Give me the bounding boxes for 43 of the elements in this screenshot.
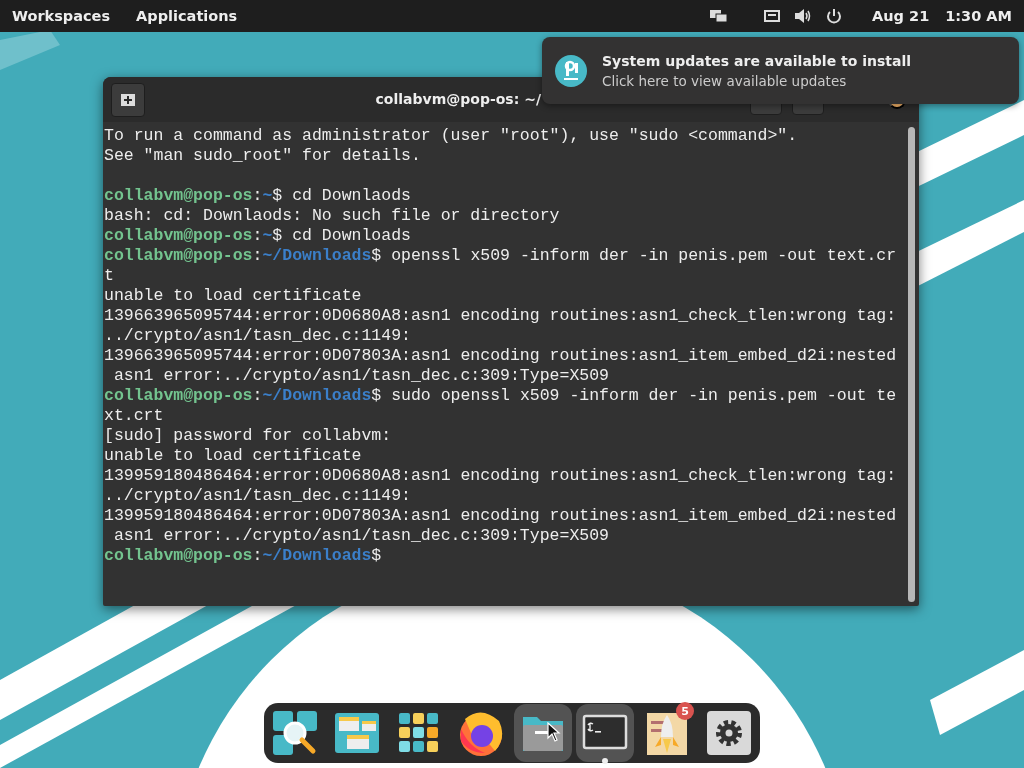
scrollbar[interactable] (908, 127, 915, 602)
notification-card[interactable]: System updates are available to install Click here to view available updates (542, 37, 1019, 104)
clock-text: 1:30 AM (945, 8, 1012, 24)
terminal-line: bash: cd: Downlaods: No such file or directory (104, 206, 561, 226)
wallpaper-stripe (0, 30, 60, 70)
new-tab-button[interactable] (111, 82, 145, 117)
terminal-line: collabvm@pop-os:~$ cd Downlaods (104, 186, 412, 206)
terminal-line: 139959180486464:error:0D0680A8:asn1 encoding routines:asn1_check_tlen:wrong tag: (104, 466, 898, 486)
terminal-line: 139959180486464:error:0D07803A:asn1 encoding routines:asn1_item_embed_d2i:nested (104, 506, 898, 526)
power-icon[interactable] (826, 8, 843, 24)
menu-item[interactable]: Applications (136, 8, 238, 24)
dock-item[interactable] (576, 704, 634, 762)
new-tab-icon (121, 92, 135, 107)
terminal-line: asn1 error:../crypto/asn1/tasn_dec.c:309:Type=X509 (112, 366, 610, 386)
dock-item[interactable]: 5 (638, 704, 696, 762)
terminal-line: unable to load certificate (104, 286, 363, 306)
terminal-line: xt.crt (104, 406, 165, 426)
terminal-line: 139663965095744:error:0D0680A8:asn1 encoding routines:asn1_check_tlen:wrong tag: (104, 306, 898, 326)
keyboard-icon[interactable] (764, 9, 781, 23)
volume-icon[interactable] (794, 8, 813, 24)
count-badge: 5 (676, 702, 694, 720)
terminal-line: asn1 error:../crypto/asn1/tasn_dec.c:309:Type=X509 (112, 526, 610, 546)
dock-item[interactable] (514, 704, 572, 762)
terminal-line: ../crypto/asn1/tasn_dec.c:1149: (104, 326, 412, 346)
notification-title: System updates are available to install (602, 52, 912, 69)
terminal-line: unable to load certificate (104, 446, 363, 466)
terminal-line: 139663965095744:error:0D07803A:asn1 encoding routines:asn1_item_embed_d2i:nested (104, 346, 898, 366)
terminal-line: [sudo] password for collabvm: (104, 426, 393, 446)
terminal-line: ../crypto/asn1/tasn_dec.c:1149: (104, 486, 412, 506)
pop-logo-icon (555, 54, 587, 87)
menu-item[interactable]: Workspaces (12, 8, 111, 24)
terminal-line: collabvm@pop-os:~/Downloads$ openssl x509 -inform der -in penis.pem -out text.cr (104, 246, 898, 266)
date-text: Aug 21 (872, 8, 930, 24)
terminal-line: collabvm@pop-os:~/Downloads$ (104, 546, 383, 566)
terminal-line: To run a command as administrator (user "root"), use "sudo <command>". (104, 126, 799, 146)
notification-text: Click here to view available updates (602, 72, 848, 89)
network-icon[interactable] (710, 8, 729, 24)
cursor-icon (547, 722, 561, 742)
terminal-line: collabvm@pop-os:~$ cd Downloads (104, 226, 412, 246)
window-title: collabvm@pop-os: ~/ (375, 91, 541, 107)
terminal-line: t (104, 266, 115, 286)
terminal-line: See "man sudo_root" for details. (104, 146, 422, 166)
terminal-line: collabvm@pop-os:~/Downloads$ sudo openssl x509 -inform der -in penis.pem -out te (104, 386, 898, 406)
